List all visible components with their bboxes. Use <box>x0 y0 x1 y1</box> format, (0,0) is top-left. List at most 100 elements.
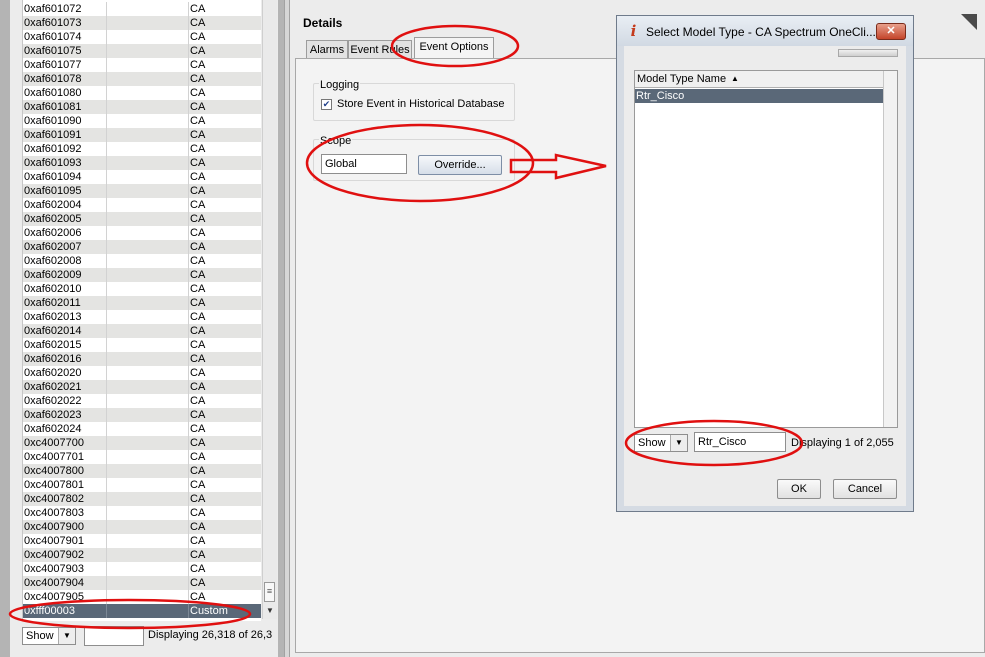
event-type: CA <box>190 101 206 113</box>
list-item[interactable]: 0xaf602006 CA <box>23 226 261 240</box>
event-code: 0xaf602016 <box>24 353 82 365</box>
column-divider <box>106 184 107 198</box>
list-item[interactable]: 0xaf602013 CA <box>23 310 261 324</box>
chevron-down-icon[interactable]: ▼ <box>58 628 75 644</box>
list-item[interactable]: 0xaf601075 CA <box>23 44 261 58</box>
corner-triangle-icon[interactable] <box>961 14 977 30</box>
dialog-titlebar[interactable]: i Select Model Type - CA Spectrum OneCli… <box>617 16 913 46</box>
list-item[interactable]: 0xc4007802 CA <box>23 492 261 506</box>
list-item[interactable]: 0xaf601074 CA <box>23 30 261 44</box>
event-type: CA <box>190 31 206 43</box>
column-divider <box>106 520 107 534</box>
list-item[interactable]: 0xaf602008 CA <box>23 254 261 268</box>
chevron-down-icon[interactable]: ▼ <box>670 435 687 451</box>
event-code: 0xaf602007 <box>24 241 82 253</box>
show-dropdown[interactable]: Show ▼ <box>22 627 76 645</box>
column-divider <box>188 72 189 86</box>
scroll-down-arrow-icon[interactable]: ▼ <box>263 604 277 617</box>
selected-list-item[interactable]: 0xfff00003 Custom <box>23 604 261 618</box>
event-code: 0xaf601080 <box>24 87 82 99</box>
list-item[interactable]: 0xaf601072 CA <box>23 2 261 16</box>
list-item[interactable]: 0xc4007801 CA <box>23 478 261 492</box>
list-item[interactable]: 0xaf602015 CA <box>23 338 261 352</box>
model-type-column-header[interactable]: Model Type Name ▲ <box>635 71 883 88</box>
list-item[interactable]: 0xaf601091 CA <box>23 128 261 142</box>
list-item[interactable]: 0xaf601078 CA <box>23 72 261 86</box>
event-type: CA <box>190 171 206 183</box>
event-list[interactable]: 0xaf601072 CA 0xaf601073 CA 0xaf601074 CA 0xaf… <box>22 0 261 621</box>
event-list-footer: Show ▼ Displaying 26,318 of 26,3 <box>22 623 288 653</box>
list-item[interactable]: 0xaf601095 CA <box>23 184 261 198</box>
dialog-show-dropdown[interactable]: Show ▼ <box>634 434 688 452</box>
event-code: 0xaf602015 <box>24 339 82 351</box>
model-filter-input[interactable]: Rtr_Cisco <box>694 432 786 452</box>
list-item[interactable]: 0xc4007903 CA <box>23 562 261 576</box>
list-item[interactable]: 0xaf602023 CA <box>23 408 261 422</box>
event-code: 0xaf602005 <box>24 213 82 225</box>
list-item[interactable]: 0xc4007900 CA <box>23 520 261 534</box>
event-code: 0xaf601092 <box>24 143 82 155</box>
list-item[interactable]: 0xaf602007 CA <box>23 240 261 254</box>
event-code: 0xaf602022 <box>24 395 82 407</box>
column-divider <box>106 72 107 86</box>
list-item[interactable]: 0xc4007803 CA <box>23 506 261 520</box>
event-list-scrollbar[interactable]: ≡ ▼ <box>262 0 277 619</box>
tab-event-options[interactable]: Event Options <box>414 37 494 58</box>
list-item[interactable]: 0xaf602020 CA <box>23 366 261 380</box>
ok-button[interactable]: OK <box>777 479 821 499</box>
list-item[interactable]: 0xaf601077 CA <box>23 58 261 72</box>
list-item[interactable]: 0xaf601094 CA <box>23 170 261 184</box>
model-type-table[interactable]: Model Type Name ▲ Rtr_Cisco <box>634 70 898 428</box>
list-item[interactable]: 0xaf602021 CA <box>23 380 261 394</box>
details-title: Details <box>303 16 343 30</box>
column-divider <box>106 436 107 450</box>
column-divider <box>106 30 107 44</box>
store-event-checkbox[interactable]: ✔ <box>321 99 332 110</box>
column-divider <box>106 534 107 548</box>
column-divider <box>188 296 189 310</box>
tab-event-options-label: Event Options <box>419 41 489 53</box>
list-item[interactable]: 0xaf602005 CA <box>23 212 261 226</box>
column-divider <box>106 156 107 170</box>
event-type: CA <box>190 563 206 575</box>
list-item[interactable]: 0xaf601080 CA <box>23 86 261 100</box>
list-item[interactable]: 0xc4007901 CA <box>23 534 261 548</box>
column-divider <box>188 520 189 534</box>
list-item[interactable]: 0xaf601092 CA <box>23 142 261 156</box>
list-item[interactable]: 0xc4007902 CA <box>23 548 261 562</box>
list-item[interactable]: 0xc4007905 CA <box>23 590 261 604</box>
list-item[interactable]: 0xaf602024 CA <box>23 422 261 436</box>
list-item[interactable]: 0xaf601093 CA <box>23 156 261 170</box>
list-item[interactable]: 0xaf602009 CA <box>23 268 261 282</box>
list-item[interactable]: 0xc4007701 CA <box>23 450 261 464</box>
list-item[interactable]: 0xaf602010 CA <box>23 282 261 296</box>
column-divider <box>188 394 189 408</box>
list-item[interactable]: 0xaf602004 CA <box>23 198 261 212</box>
column-divider <box>188 590 189 604</box>
list-item[interactable]: 0xaf602011 CA <box>23 296 261 310</box>
list-item[interactable]: 0xc4007904 CA <box>23 576 261 590</box>
event-code: 0xaf601081 <box>24 101 82 113</box>
model-table-scrollbar[interactable] <box>883 71 897 427</box>
override-button[interactable]: Override... <box>418 155 502 175</box>
list-item[interactable]: 0xaf601090 CA <box>23 114 261 128</box>
tab-alarms[interactable]: Alarms <box>306 40 348 58</box>
event-type: CA <box>190 255 206 267</box>
cancel-button[interactable]: Cancel <box>833 479 897 499</box>
close-icon[interactable]: ✕ <box>876 23 906 40</box>
list-item[interactable]: 0xc4007800 CA <box>23 464 261 478</box>
event-filter-input[interactable] <box>84 626 144 646</box>
column-divider <box>106 254 107 268</box>
event-code: 0xaf602013 <box>24 311 82 323</box>
list-item[interactable]: 0xaf602022 CA <box>23 394 261 408</box>
event-type: CA <box>190 311 206 323</box>
scroll-thumb-grip-icon[interactable]: ≡ <box>264 582 275 602</box>
table-row[interactable]: Rtr_Cisco <box>635 89 883 103</box>
list-item[interactable]: 0xc4007700 CA <box>23 436 261 450</box>
list-item[interactable]: 0xaf601081 CA <box>23 100 261 114</box>
list-item[interactable]: 0xaf602014 CA <box>23 324 261 338</box>
scope-value-field[interactable]: Global <box>321 154 407 174</box>
list-item[interactable]: 0xaf602016 CA <box>23 352 261 366</box>
list-item[interactable]: 0xaf601073 CA <box>23 16 261 30</box>
tab-event-rules[interactable]: Event Rules <box>348 40 412 58</box>
